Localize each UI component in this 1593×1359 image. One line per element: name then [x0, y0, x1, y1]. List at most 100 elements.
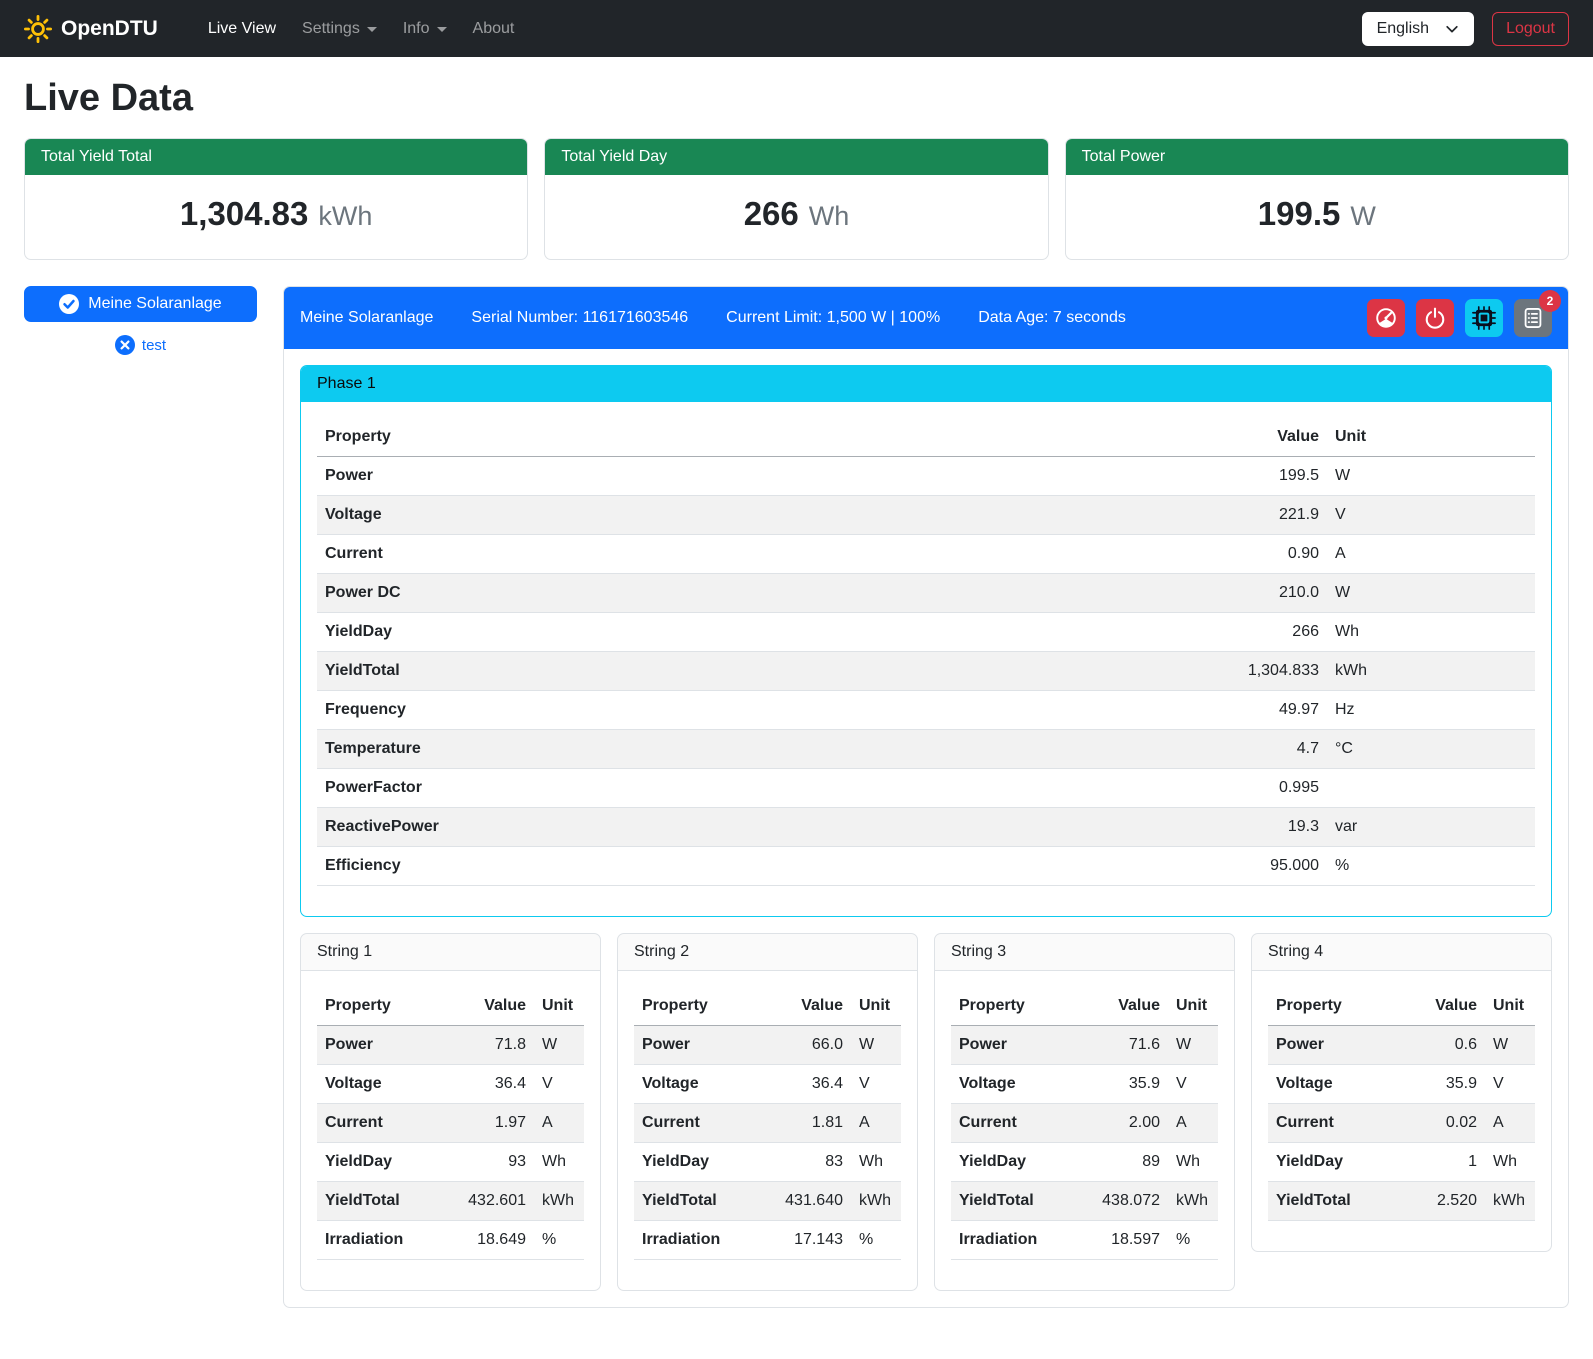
string-1-title: String 1 — [301, 934, 600, 971]
table-row: Current 0.02 A — [1268, 1104, 1535, 1143]
column-header-unit: Unit — [1485, 987, 1535, 1026]
inverter-sidebar: Meine Solaranlage test — [24, 286, 257, 355]
value-cell: 1.81 — [773, 1104, 851, 1143]
unit-cell: W — [1168, 1026, 1218, 1065]
column-header-value: Value — [456, 987, 534, 1026]
card-title: Total Yield Total — [25, 139, 527, 175]
total-yield-total-card: Total Yield Total 1,304.83 kWh — [24, 138, 528, 260]
column-header-property: Property — [951, 987, 1090, 1026]
string-4-card: String 4 Property Value Unit — [1251, 933, 1552, 1252]
value-cell: 83 — [773, 1143, 851, 1182]
strings-row: String 1 Property Value Unit — [300, 933, 1552, 1291]
event-log-button[interactable]: 2 — [1514, 299, 1552, 337]
column-header-value: Value — [1407, 987, 1485, 1026]
nav-item-about[interactable]: About — [473, 20, 515, 38]
unit-cell: kWh — [1168, 1182, 1218, 1221]
table-row: YieldDay 89 Wh — [951, 1143, 1218, 1182]
property-cell: Current — [317, 1104, 456, 1143]
value-cell: 0.995 — [1177, 769, 1327, 808]
nav-links: Live View Settings Info About — [182, 20, 515, 38]
value-cell: 266 — [1177, 613, 1327, 652]
power-control-button[interactable] — [1416, 299, 1454, 337]
property-cell: Irradiation — [317, 1221, 456, 1260]
value-cell: 19.3 — [1177, 808, 1327, 847]
table-row: Power 71.8 W — [317, 1026, 584, 1065]
string-4-title: String 4 — [1252, 934, 1551, 971]
value-cell: 0.6 — [1407, 1026, 1485, 1065]
inverter-info: Meine Solaranlage Serial Number: 1161716… — [300, 309, 1126, 327]
nav-item-settings[interactable]: Settings — [302, 20, 377, 38]
cpu-icon — [1472, 306, 1496, 330]
unit-cell: V — [1327, 496, 1535, 535]
column-header-property: Property — [317, 987, 456, 1026]
value-cell: 4.7 — [1177, 730, 1327, 769]
value-cell: 431.640 — [773, 1182, 851, 1221]
property-cell: Frequency — [317, 691, 1177, 730]
inverter-button-meine-solaranlage[interactable]: Meine Solaranlage — [24, 286, 257, 322]
limit-settings-button[interactable] — [1367, 299, 1405, 337]
inverter-label: Meine Solaranlage — [88, 295, 221, 313]
string-3-title: String 3 — [935, 934, 1234, 971]
unit-cell — [1327, 769, 1535, 808]
value-cell: 18.597 — [1090, 1221, 1168, 1260]
value-cell: 438.072 — [1090, 1182, 1168, 1221]
table-row: YieldTotal 438.072 kWh — [951, 1182, 1218, 1221]
total-yield-total-unit: kWh — [318, 201, 372, 232]
property-cell: YieldDay — [951, 1143, 1090, 1182]
property-cell: YieldTotal — [634, 1182, 773, 1221]
value-cell: 18.649 — [456, 1221, 534, 1260]
string-2-title: String 2 — [618, 934, 917, 971]
value-cell: 199.5 — [1177, 457, 1327, 496]
language-select[interactable]: English — [1362, 12, 1474, 46]
unit-cell: A — [851, 1104, 901, 1143]
table-row: Current 1.81 A — [634, 1104, 901, 1143]
nav-item-info[interactable]: Info — [403, 20, 447, 38]
summary-cards-row: Total Yield Total 1,304.83 kWh Total Yie… — [24, 138, 1569, 260]
property-cell: YieldDay — [317, 1143, 456, 1182]
journal-icon — [1522, 307, 1544, 329]
x-circle-icon — [115, 335, 135, 355]
unit-cell: kWh — [1485, 1182, 1535, 1221]
unit-cell: A — [1327, 535, 1535, 574]
table-row: Irradiation 17.143 % — [634, 1221, 901, 1260]
string-2-table: Property Value Unit Power — [634, 987, 901, 1260]
column-header-unit: Unit — [534, 987, 584, 1026]
inverter-panel-body: Phase 1 Property Value Unit — [284, 349, 1568, 1307]
property-cell: YieldTotal — [1268, 1182, 1407, 1221]
event-count-badge: 2 — [1539, 290, 1561, 312]
brand[interactable]: OpenDTU — [24, 15, 158, 43]
navbar-right: English Logout — [1362, 12, 1569, 46]
value-cell: 210.0 — [1177, 574, 1327, 613]
logout-button[interactable]: Logout — [1492, 12, 1569, 46]
table-row: Power 199.5 W — [317, 457, 1535, 496]
language-selected-value: English — [1377, 20, 1429, 38]
table-row: Current 2.00 A — [951, 1104, 1218, 1143]
table-row: YieldDay 1 Wh — [1268, 1143, 1535, 1182]
check-circle-icon — [59, 294, 79, 314]
table-row: YieldTotal 431.640 kWh — [634, 1182, 901, 1221]
value-cell: 1 — [1407, 1143, 1485, 1182]
unit-cell: Wh — [1485, 1143, 1535, 1182]
string-2-card: String 2 Property Value Unit — [617, 933, 918, 1291]
column-header-unit: Unit — [1168, 987, 1218, 1026]
card-title: Total Power — [1066, 139, 1568, 175]
device-info-button[interactable] — [1465, 299, 1503, 337]
inverter-button-test[interactable]: test — [115, 335, 166, 355]
total-power-card: Total Power 199.5 W — [1065, 138, 1569, 260]
value-cell: 93 — [456, 1143, 534, 1182]
value-cell: 66.0 — [773, 1026, 851, 1065]
property-cell: YieldDay — [1268, 1143, 1407, 1182]
nav-item-live-view[interactable]: Live View — [208, 20, 276, 38]
inverter-serial: Serial Number: 116171603546 — [471, 309, 688, 327]
value-cell: 1.97 — [456, 1104, 534, 1143]
unit-cell: var — [1327, 808, 1535, 847]
value-cell: 89 — [1090, 1143, 1168, 1182]
unit-cell: Wh — [851, 1143, 901, 1182]
property-cell: Current — [317, 535, 1177, 574]
table-row: Power DC 210.0 W — [317, 574, 1535, 613]
table-row: YieldDay 266 Wh — [317, 613, 1535, 652]
table-row: YieldDay 83 Wh — [634, 1143, 901, 1182]
unit-cell: V — [534, 1065, 584, 1104]
value-cell: 432.601 — [456, 1182, 534, 1221]
phase-1-table: Property Value Unit Power — [317, 418, 1535, 886]
